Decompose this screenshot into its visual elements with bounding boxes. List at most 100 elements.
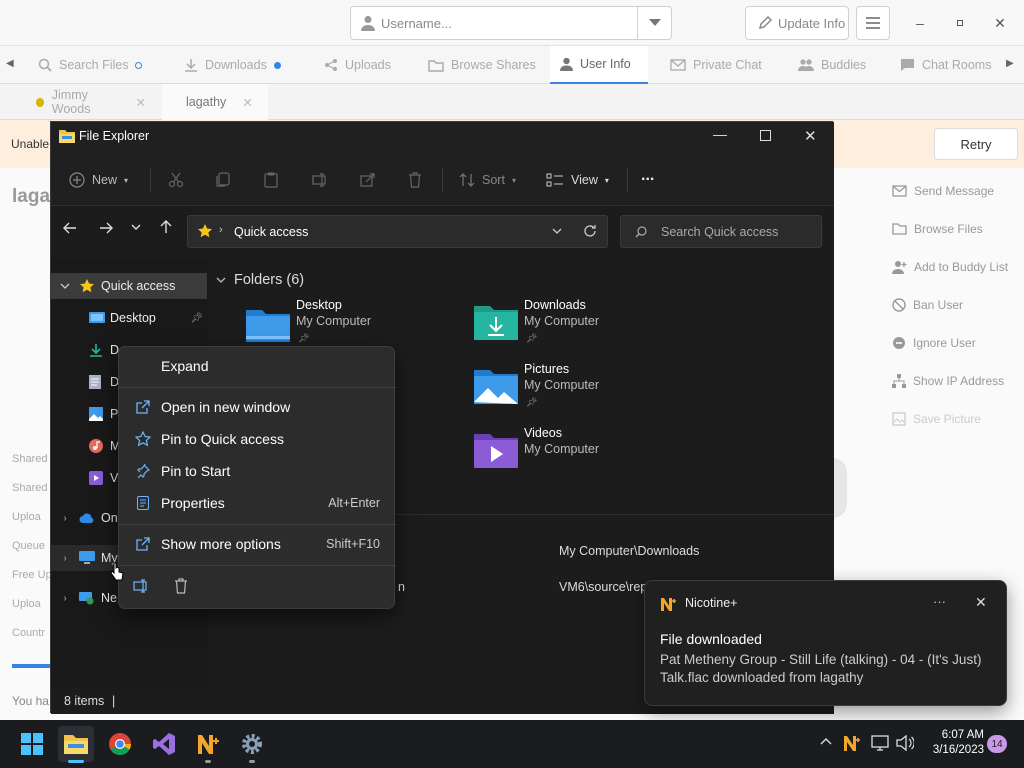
retry-button[interactable]: Retry	[934, 128, 1018, 160]
star-icon	[197, 223, 213, 239]
taskbar-settings[interactable]	[234, 726, 270, 763]
folder-tile-videos[interactable]: Videos My Computer	[474, 426, 674, 482]
maximize-icon[interactable]	[948, 12, 972, 34]
menu-item-open-new-window[interactable]: Open in new window	[125, 392, 390, 422]
show-ip-address-button[interactable]: Show IP Address	[892, 370, 1004, 392]
ban-user-button[interactable]: Ban User	[892, 294, 963, 316]
volume-icon[interactable]	[896, 735, 914, 751]
view-button[interactable]: View ▾	[546, 166, 609, 194]
cut-icon[interactable]	[168, 166, 184, 194]
tab-user-info[interactable]: User Info	[550, 46, 648, 84]
recent-locations-icon[interactable]	[131, 224, 141, 231]
tab-browse-shares[interactable]: Browse Shares	[418, 46, 546, 84]
taskbar-nicotine[interactable]	[190, 726, 226, 763]
maximize-icon[interactable]	[760, 130, 771, 141]
user-tab-jimmy-woods[interactable]: Jimmy Woods ✕	[20, 84, 162, 120]
minimize-icon[interactable]: —	[713, 126, 727, 142]
menu-item-properties[interactable]: Properties Alt+Enter	[125, 488, 390, 518]
user-tab-lagathy[interactable]: lagathy ✕	[162, 84, 268, 120]
download-notification[interactable]: Nicotine+ ··· ✕ File downloaded Pat Meth…	[644, 580, 1007, 706]
close-icon[interactable]: ✕	[804, 127, 817, 145]
folder-icon	[892, 223, 907, 235]
tab-private-chat[interactable]: Private Chat	[660, 46, 772, 84]
stat-label: Uploa	[12, 598, 41, 610]
notification-more-button[interactable]: ···	[933, 594, 946, 609]
minimize-icon[interactable]: –	[908, 12, 932, 34]
menu-item-pin-quick-access[interactable]: Pin to Quick access	[125, 424, 390, 454]
chevron-up-icon[interactable]	[820, 737, 832, 745]
close-icon[interactable]: ✕	[988, 12, 1012, 34]
rename-icon[interactable]	[133, 579, 149, 593]
tab-buddies[interactable]: Buddies	[788, 46, 876, 84]
browse-files-button[interactable]: Browse Files	[892, 218, 983, 240]
chevron-right-icon[interactable]: ›	[51, 513, 79, 524]
tab-scroll-left-icon[interactable]: ◀	[6, 58, 14, 69]
chevron-down-icon[interactable]	[552, 228, 562, 235]
send-message-button[interactable]: Send Message	[892, 180, 994, 202]
hand-cursor-icon	[110, 562, 124, 582]
username-field[interactable]: Username...	[350, 6, 672, 40]
tab-scroll-right-icon[interactable]: ▶	[1006, 58, 1014, 69]
chrome-icon	[108, 732, 132, 756]
paste-icon[interactable]	[264, 166, 278, 194]
tab-uploads[interactable]: Uploads	[314, 46, 401, 84]
network-icon	[79, 591, 101, 605]
menu-button[interactable]	[856, 6, 890, 40]
chevron-right-icon[interactable]: ›	[51, 553, 79, 564]
clock[interactable]: 6:07 AM 3/16/2023	[922, 728, 984, 758]
save-picture-button[interactable]: Save Picture	[892, 408, 981, 430]
chevron-down-icon[interactable]	[637, 7, 671, 39]
clock-date: 3/16/2023	[932, 744, 984, 756]
add-to-buddy-list-button[interactable]: Add to Buddy List	[892, 256, 1008, 278]
tab-downloads[interactable]: Downloads	[174, 46, 291, 84]
taskbar-visual-studio[interactable]	[146, 726, 182, 762]
copy-icon[interactable]	[216, 166, 230, 194]
recent-file-path: My Computer\Downloads	[559, 544, 700, 558]
close-icon[interactable]: ✕	[975, 594, 987, 611]
folder-icon	[428, 59, 444, 72]
delete-icon[interactable]	[408, 166, 422, 194]
notification-count-badge[interactable]: 14	[987, 735, 1007, 753]
nav-item-quick-access[interactable]: Quick access	[51, 273, 207, 299]
document-icon	[89, 375, 110, 389]
more-options-button[interactable]: ...	[641, 162, 654, 190]
new-button[interactable]: New ▾	[69, 166, 128, 194]
up-arrow-icon[interactable]	[160, 220, 172, 234]
share-icon[interactable]	[360, 166, 376, 194]
chevron-right-icon[interactable]: ›	[51, 593, 79, 604]
address-bar[interactable]: › Quick access	[187, 215, 608, 248]
tab-search-files[interactable]: Search Files	[28, 46, 152, 84]
running-indicator	[249, 760, 255, 763]
update-info-button[interactable]: Update Info	[745, 6, 849, 40]
taskbar-file-explorer[interactable]	[58, 726, 94, 763]
menu-item-show-more-options[interactable]: Show more options Shift+F10	[125, 529, 390, 559]
folder-location: My Computer	[524, 442, 600, 456]
sort-button[interactable]: Sort ▾	[459, 166, 516, 194]
nicotine-tray-icon[interactable]	[843, 734, 861, 752]
monitor-icon[interactable]	[871, 735, 889, 751]
nav-item-desktop[interactable]: Desktop 📌︎	[51, 305, 207, 331]
menu-item-expand[interactable]: Expand	[125, 351, 390, 381]
open-new-window-icon	[125, 400, 161, 414]
nav-label: Ne	[101, 591, 117, 605]
ignore-user-button[interactable]: Ignore User	[892, 332, 976, 354]
forward-arrow-icon[interactable]	[99, 222, 113, 234]
tab-chat-rooms[interactable]: Chat Rooms	[890, 46, 1001, 84]
menu-item-pin-start[interactable]: Pin to Start	[125, 456, 390, 486]
refresh-icon[interactable]	[583, 224, 597, 238]
stat-label: Queue	[12, 540, 46, 552]
folder-tile-pictures[interactable]: Pictures My Computer 📌︎	[474, 362, 674, 418]
folders-section-header[interactable]: Folders (6)	[216, 272, 304, 288]
close-tab-icon[interactable]: ✕	[136, 95, 146, 110]
close-tab-icon[interactable]: ✕	[242, 95, 252, 110]
chevron-down-icon[interactable]	[51, 283, 79, 290]
stat-label: Free Up	[12, 569, 52, 581]
folder-tile-downloads[interactable]: Downloads My Computer 📌︎	[474, 298, 674, 354]
back-arrow-icon[interactable]	[63, 222, 77, 234]
search-box[interactable]: Search Quick access	[620, 215, 822, 248]
delete-icon[interactable]	[174, 578, 188, 594]
taskbar-chrome[interactable]	[102, 726, 138, 762]
download-icon	[89, 343, 110, 357]
start-button[interactable]	[14, 726, 50, 762]
rename-icon[interactable]	[312, 166, 328, 194]
